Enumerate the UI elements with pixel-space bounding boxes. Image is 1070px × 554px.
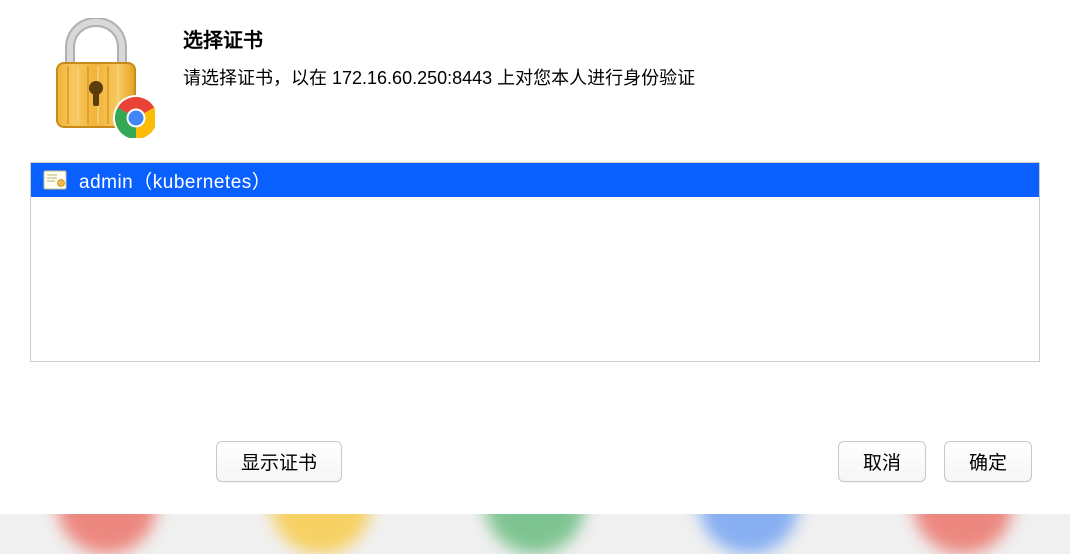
cancel-button[interactable]: 取消 [838, 441, 926, 482]
lock-chrome-icon [40, 18, 155, 138]
certificate-icon [43, 170, 67, 190]
dialog-title: 选择证书 [183, 24, 1040, 53]
certificate-row[interactable]: admin（kubernetes） [31, 163, 1039, 197]
dialog-header: 选择证书 请选择证书，以在 172.16.60.250:8443 上对您本人进行… [0, 0, 1070, 158]
certificate-label: admin（kubernetes） [79, 167, 271, 194]
dialog-button-bar: 显示证书 取消 确定 [0, 441, 1070, 514]
certificate-list[interactable]: admin（kubernetes） [30, 162, 1040, 362]
certificate-selection-dialog: 选择证书 请选择证书，以在 172.16.60.250:8443 上对您本人进行… [0, 0, 1070, 514]
ok-button[interactable]: 确定 [944, 441, 1032, 482]
show-certificate-button[interactable]: 显示证书 [216, 441, 342, 482]
dialog-header-text: 选择证书 请选择证书，以在 172.16.60.250:8443 上对您本人进行… [183, 18, 1040, 92]
dialog-subtitle: 请选择证书，以在 172.16.60.250:8443 上对您本人进行身份验证 [183, 65, 1040, 92]
